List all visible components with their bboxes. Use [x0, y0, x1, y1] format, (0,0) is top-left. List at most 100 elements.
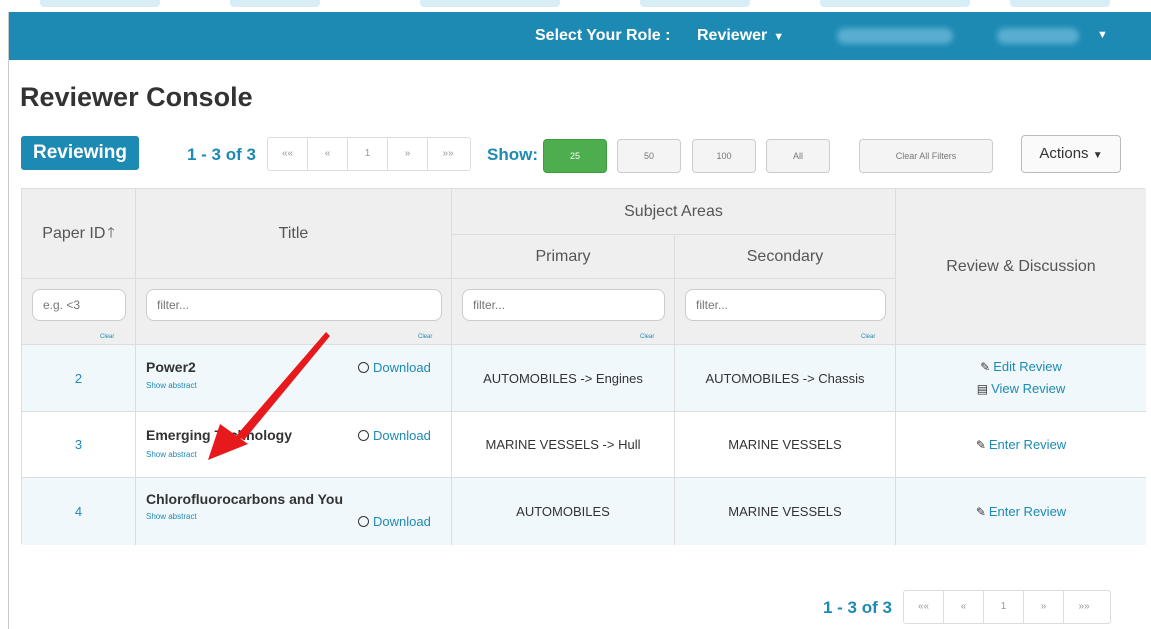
paper-id-cell[interactable]: 3: [22, 412, 136, 478]
pagination-bottom: «« « 1 » »»: [903, 590, 1111, 624]
cropped-banner-fragment: [1010, 0, 1110, 7]
secondary-subject-cell: AUTOMOBILES -> Chassis: [675, 345, 896, 412]
download-link[interactable]: Download: [358, 360, 431, 375]
top-strip: [0, 0, 1151, 12]
clear-all-filters-button[interactable]: Clear All Filters: [859, 139, 993, 173]
show-abstract-link[interactable]: Show abstract: [146, 512, 197, 521]
prev-page-button[interactable]: «: [308, 138, 348, 170]
role-value: Reviewer: [697, 27, 768, 44]
clear-filter-link[interactable]: Clear: [861, 334, 875, 340]
page-1-button[interactable]: 1: [984, 591, 1024, 623]
enter-review-link[interactable]: ✎ Enter Review: [976, 501, 1066, 523]
title-filter-input[interactable]: [146, 289, 442, 321]
document-icon: ▤: [976, 382, 989, 396]
page-1-button[interactable]: 1: [348, 138, 388, 170]
actions-label: Actions: [1039, 145, 1089, 162]
paper-id-cell[interactable]: 2: [22, 345, 136, 412]
cropped-banner-fragment: [420, 0, 560, 7]
paper-id-header-label: Paper ID: [42, 224, 106, 242]
edit-review-label: Edit Review: [993, 359, 1062, 374]
next-page-button[interactable]: »: [1024, 591, 1064, 623]
filter-cell-primary: Clear: [452, 279, 675, 345]
top-navbar: Select Your Role : Reviewer ▼ ▼: [9, 12, 1151, 60]
paper-title: Emerging Technology: [146, 427, 292, 443]
edit-icon: ✎: [980, 360, 991, 374]
download-label: Download: [373, 360, 431, 375]
next-page-button[interactable]: »: [388, 138, 428, 170]
edit-icon: ✎: [975, 437, 986, 452]
paper-id-cell[interactable]: 4: [22, 478, 136, 545]
caret-down-icon: ▼: [773, 31, 785, 43]
review-actions-cell: ✎ Enter Review: [896, 412, 1146, 478]
clear-filter-link[interactable]: Clear: [640, 334, 654, 340]
show-all-button[interactable]: All: [766, 139, 830, 173]
secondary-filter-input[interactable]: [685, 289, 886, 321]
col-header-subject-areas: Subject Areas: [452, 189, 896, 235]
col-header-title[interactable]: Title: [136, 189, 452, 279]
primary-subject-cell: MARINE VESSELS -> Hull: [452, 412, 675, 478]
show-50-button[interactable]: 50: [617, 139, 681, 173]
filter-cell-paper-id: Clear: [22, 279, 136, 345]
review-actions-cell: ✎ Enter Review: [896, 478, 1146, 545]
last-page-button[interactable]: »»: [428, 138, 468, 170]
download-icon: [358, 362, 369, 373]
primary-subject-cell: AUTOMOBILES -> Engines: [452, 345, 675, 412]
clear-filter-link[interactable]: Clear: [418, 334, 432, 340]
col-header-review-discussion: Review & Discussion: [896, 189, 1146, 345]
clear-filter-link[interactable]: Clear: [100, 334, 114, 340]
redacted-user-info[interactable]: [837, 28, 953, 44]
filter-cell-title: Clear: [136, 279, 452, 345]
title-cell: Emerging Technology Show abstract Downlo…: [136, 412, 452, 478]
cropped-banner-fragment: [820, 0, 970, 7]
col-header-primary[interactable]: Primary: [452, 235, 675, 279]
edit-review-link[interactable]: ✎ Edit Review: [980, 356, 1062, 378]
show-25-button[interactable]: 25: [543, 139, 607, 173]
download-link[interactable]: Download: [358, 428, 431, 443]
prev-page-button[interactable]: «: [944, 591, 984, 623]
pagination-top: «« « 1 » »»: [267, 137, 471, 171]
role-label: Select Your Role :: [535, 27, 671, 44]
filter-cell-secondary: Clear: [675, 279, 896, 345]
enter-review-link[interactable]: ✎ Enter Review: [976, 434, 1066, 456]
sort-asc-icon: 🡑: [107, 223, 115, 240]
secondary-subject-cell: MARINE VESSELS: [675, 478, 896, 545]
result-count-bottom: 1 - 3 of 3: [823, 598, 892, 617]
enter-review-label: Enter Review: [988, 436, 1067, 452]
download-link[interactable]: Download: [358, 514, 431, 529]
caret-down-icon[interactable]: ▼: [1097, 29, 1108, 41]
secondary-subject-cell: MARINE VESSELS: [675, 412, 896, 478]
role-dropdown[interactable]: Reviewer ▼: [697, 27, 784, 45]
cropped-banner-fragment: [40, 0, 160, 7]
show-abstract-link[interactable]: Show abstract: [146, 381, 197, 390]
title-cell: Power2 Show abstract Download: [136, 345, 452, 412]
edit-icon: ✎: [975, 504, 986, 519]
result-count: 1 - 3 of 3: [187, 145, 256, 164]
enter-review-label: Enter Review: [988, 503, 1067, 519]
primary-subject-cell: AUTOMOBILES: [452, 478, 675, 545]
view-review-label: View Review: [991, 381, 1066, 396]
redacted-conference-info[interactable]: [997, 28, 1079, 44]
page-title: Reviewer Console: [20, 82, 253, 112]
papers-table: Paper ID 🡑 Title Subject Areas Primary Se…: [21, 188, 1146, 545]
review-actions-cell: ✎ Edit Review ▤ View Review: [896, 345, 1146, 412]
app-frame: Select Your Role : Reviewer ▼ ▼ Reviewer …: [8, 12, 1151, 629]
first-page-button[interactable]: ««: [268, 138, 308, 170]
caret-down-icon: ▼: [1092, 150, 1103, 161]
paper-id-filter-input[interactable]: [32, 289, 126, 321]
show-abstract-link[interactable]: Show abstract: [146, 450, 197, 459]
last-page-button[interactable]: »»: [1064, 591, 1104, 623]
reviewing-badge: Reviewing: [21, 136, 139, 170]
title-cell: Chlorofluorocarbons and You Show abstrac…: [136, 478, 452, 545]
primary-filter-input[interactable]: [462, 289, 665, 321]
col-header-paper-id[interactable]: Paper ID 🡑: [22, 189, 136, 279]
download-icon: [358, 430, 369, 441]
download-label: Download: [373, 514, 431, 529]
cropped-banner-fragment: [640, 0, 750, 7]
show-100-button[interactable]: 100: [692, 139, 756, 173]
col-header-secondary[interactable]: Secondary: [675, 235, 896, 279]
paper-title: Chlorofluorocarbons and You: [146, 491, 344, 507]
download-label: Download: [373, 428, 431, 443]
first-page-button[interactable]: ««: [904, 591, 944, 623]
view-review-link[interactable]: ▤ View Review: [977, 378, 1066, 400]
actions-dropdown[interactable]: Actions ▼: [1021, 135, 1121, 173]
